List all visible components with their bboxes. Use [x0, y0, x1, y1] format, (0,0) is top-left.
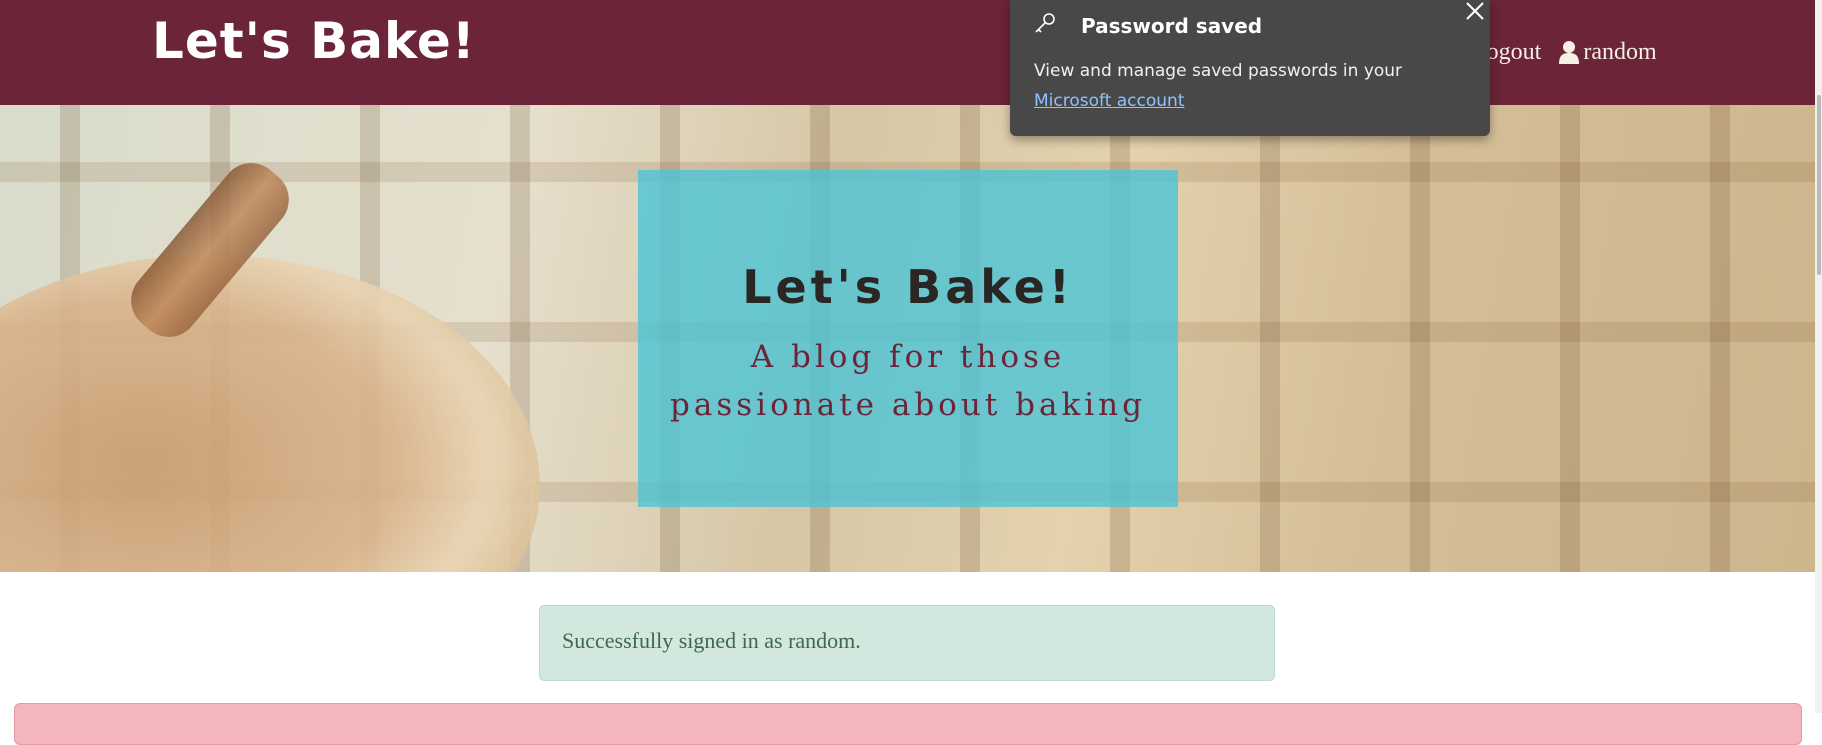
close-icon[interactable]: [1462, 0, 1488, 26]
password-saved-toast: Password saved View and manage saved pas…: [1010, 0, 1490, 136]
nav-right-group: Logout random: [1472, 36, 1657, 68]
hero-subtitle: A blog for those passionate about baking: [670, 339, 1146, 423]
toast-body: View and manage saved passwords in your …: [1034, 56, 1474, 116]
danger-alert: [14, 703, 1802, 745]
hero-card: Let's Bake! A blog for those passionate …: [638, 170, 1178, 507]
user-menu[interactable]: random: [1559, 38, 1657, 66]
user-icon: [1559, 41, 1580, 64]
hero-background-pie: [0, 255, 540, 572]
hero-banner: Let's Bake! A blog for those passionate …: [0, 105, 1815, 572]
success-alert: Successfully signed in as random.: [539, 605, 1275, 681]
scrollbar-thumb[interactable]: [1817, 95, 1821, 275]
site-brand[interactable]: Let's Bake!: [152, 12, 476, 70]
microsoft-account-link[interactable]: Microsoft account: [1034, 91, 1185, 111]
success-alert-text: Successfully signed in as random.: [562, 628, 861, 653]
toast-title: Password saved: [1081, 14, 1263, 38]
top-navbar: Let's Bake! Logout random: [0, 0, 1815, 105]
key-icon: [1035, 13, 1055, 33]
hero-title: Let's Bake!: [742, 260, 1074, 314]
toast-body-text: View and manage saved passwords in your: [1034, 61, 1403, 81]
username-label: random: [1583, 38, 1657, 65]
